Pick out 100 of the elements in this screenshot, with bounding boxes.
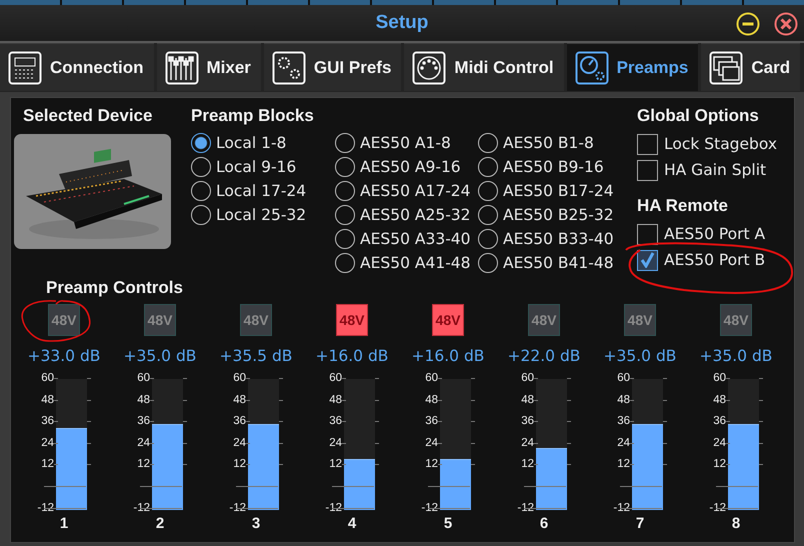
scale-label: 36 (137, 415, 150, 428)
radio-label: AES50 B9-16 (503, 158, 604, 176)
tab[interactable]: Mixer (156, 43, 261, 91)
scale-label: 48 (137, 394, 150, 406)
section-heading: Selected Device (22, 106, 154, 127)
radio-option[interactable]: AES50 B33-40 (478, 228, 633, 249)
scale-label: 24 (521, 436, 534, 449)
tab[interactable]: Connection (0, 43, 154, 91)
scale-label: 12 (521, 458, 534, 470)
radio-option[interactable]: AES50 B41-48 (478, 252, 633, 273)
scale-label: 12 (713, 458, 726, 470)
section-heading: Preamp Blocks (191, 106, 315, 127)
radio-label: AES50 B25-32 (503, 206, 614, 224)
scale-label: 12 (617, 458, 630, 470)
radio-option[interactable]: AES50 A41-48 (335, 252, 478, 273)
radio-label: Local 1-8 (216, 134, 286, 152)
scale-label: 36 (329, 415, 342, 428)
scale-label: 24 (617, 436, 630, 449)
scale-label: 36 (713, 415, 726, 428)
scale-label: 60 (425, 372, 438, 384)
scale-label: 24 (137, 436, 150, 449)
channel-number: 3 (252, 515, 260, 532)
scale-label: 12 (137, 458, 150, 470)
checkbox-label: HA Gain Split (664, 161, 766, 179)
radio-option[interactable]: AES50 B25-32 (478, 204, 633, 225)
channel-number: 8 (732, 515, 740, 532)
gain-readout: +35.5 dB (220, 347, 292, 367)
radio-option[interactable]: AES50 A33-40 (335, 228, 478, 249)
scale-label: 48 (713, 394, 726, 406)
radio-option[interactable]: Local 25-32 (191, 204, 335, 225)
radio-option[interactable]: Local 9-16 (191, 156, 335, 177)
scale-label: 36 (521, 415, 534, 428)
channel-number: 1 (60, 515, 68, 532)
gain-readout: +35.0 dB (700, 347, 772, 367)
gain-readout: +16.0 dB (412, 347, 484, 367)
scale-label: 12 (425, 458, 438, 470)
channel-number: 4 (348, 515, 356, 532)
radio-label: AES50 B41-48 (503, 254, 614, 272)
scale-label: 36 (41, 415, 54, 428)
window-title: Setup (376, 12, 428, 34)
radio-label: Local 17-24 (216, 182, 306, 200)
channel-number: 2 (156, 515, 164, 532)
scale-label: 12 (41, 458, 54, 470)
scale-label: 60 (521, 372, 534, 384)
section-heading: Global Options (637, 106, 760, 127)
radio-option[interactable]: Local 17-24 (191, 180, 335, 201)
scale-label: 24 (41, 436, 54, 449)
radio-option[interactable]: AES50 A9-16 (335, 156, 478, 177)
checkbox-label: AES50 Port A (664, 225, 766, 243)
radio-label: AES50 B1-8 (503, 134, 594, 152)
scale-label: 24 (713, 436, 726, 449)
scale-label: 12 (329, 458, 342, 470)
scale-label: 60 (41, 372, 54, 384)
scale-label: 36 (617, 415, 630, 428)
scale-label: 24 (233, 436, 246, 449)
radio-label: Local 9-16 (216, 158, 296, 176)
radio-label: AES50 B33-40 (503, 230, 614, 248)
gain-readout: +16.0 dB (316, 347, 388, 367)
scale-label: 36 (233, 415, 246, 428)
radio-label: AES50 B17-24 (503, 182, 614, 200)
radio-option[interactable]: AES50 B9-16 (478, 156, 633, 177)
tab[interactable]: Midi Control (404, 43, 564, 91)
scale-label: 48 (617, 394, 630, 406)
channel-number: 6 (540, 515, 548, 532)
gain-readout: +33.0 dB (28, 347, 100, 367)
channel-number: 7 (636, 515, 644, 532)
scale-label: 48 (41, 394, 54, 406)
scale-label: 60 (713, 372, 726, 384)
radio-label: AES50 A1-8 (360, 134, 451, 152)
scale-label: 12 (233, 458, 246, 470)
checkbox-label: AES50 Port B (664, 251, 766, 269)
radio-option[interactable]: Local 1-8 (191, 132, 335, 153)
radio-option[interactable]: AES50 A17-24 (335, 180, 478, 201)
tab[interactable]: Card (701, 43, 800, 91)
scale-label: 36 (425, 415, 438, 428)
gain-readout: +35.0 dB (604, 347, 676, 367)
gain-readout: +35.0 dB (124, 347, 196, 367)
radio-option[interactable]: AES50 A25-32 (335, 204, 478, 225)
scale-label: 48 (425, 394, 438, 406)
scale-label: 60 (137, 372, 150, 384)
scale-label: 48 (521, 394, 534, 406)
scale-label: 60 (329, 372, 342, 384)
radio-label: AES50 A9-16 (360, 158, 461, 176)
tab[interactable]: Preamps (566, 43, 698, 91)
radio-label: AES50 A41-48 (360, 254, 471, 272)
tab[interactable]: GUI Prefs (264, 43, 402, 91)
section-heading: Preamp Controls (46, 278, 184, 299)
radio-label: AES50 A17-24 (360, 182, 471, 200)
radio-label: Local 25-32 (216, 206, 306, 224)
scale-label: 48 (329, 394, 342, 406)
scale-label: 60 (233, 372, 246, 384)
scale-label: 48 (233, 394, 246, 406)
scale-label: 24 (329, 436, 342, 449)
scale-label: 24 (425, 436, 438, 449)
radio-option[interactable]: AES50 B1-8 (478, 132, 633, 153)
section-heading: HA Remote (637, 196, 729, 217)
radio-option[interactable]: AES50 A1-8 (335, 132, 478, 153)
checkbox-label: Lock Stagebox (664, 135, 778, 153)
radio-option[interactable]: AES50 B17-24 (478, 180, 633, 201)
radio-label: AES50 A33-40 (360, 230, 471, 248)
